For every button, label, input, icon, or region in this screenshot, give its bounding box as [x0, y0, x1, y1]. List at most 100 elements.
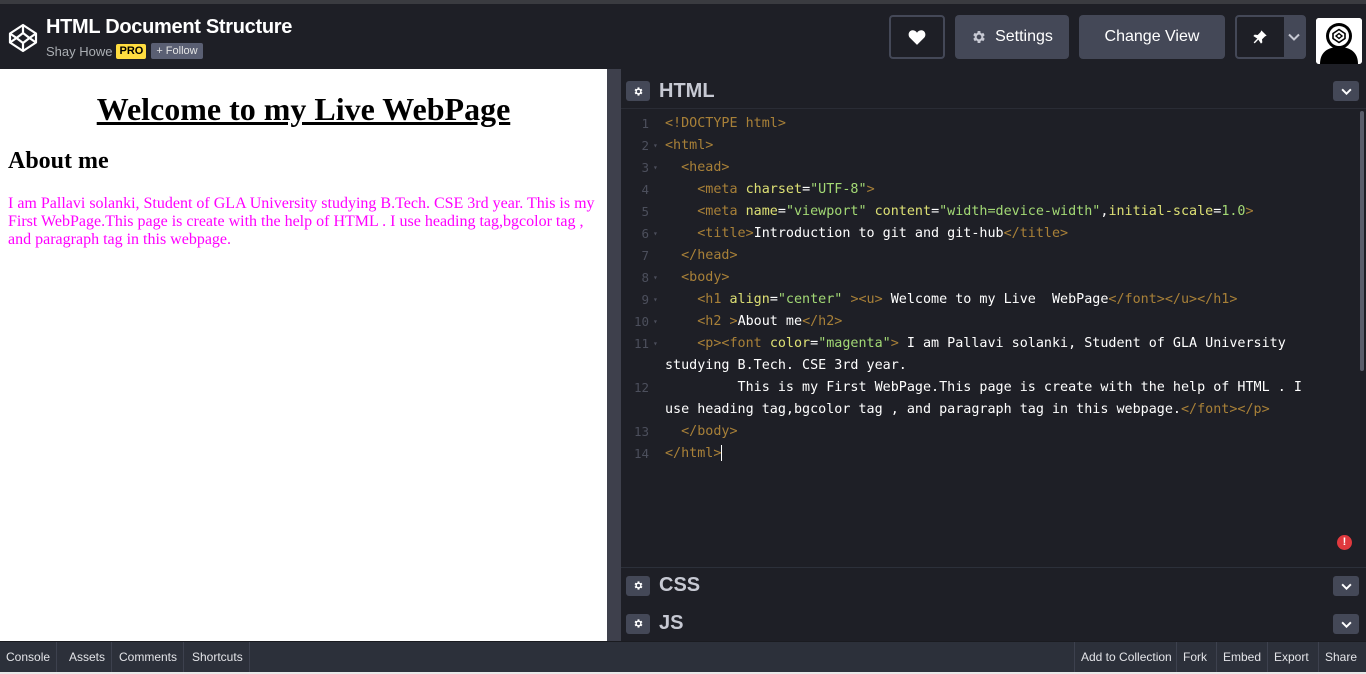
code-token: </body> — [681, 424, 738, 439]
code-line[interactable]: 8 ▾ <body> — [621, 267, 1351, 289]
pin-toggle[interactable] — [1237, 17, 1284, 57]
html-settings-button[interactable] — [626, 81, 650, 101]
code-line[interactable]: 4 <meta charset="UTF-8"> — [621, 179, 1351, 201]
result-preview[interactable]: Welcome to my Live WebPage About me I am… — [0, 69, 607, 641]
line-number: 10 — [633, 314, 649, 329]
fold-arrow-icon[interactable]: ▾ — [653, 223, 658, 245]
love-button[interactable] — [889, 15, 945, 59]
codepen-avatar-icon — [1316, 18, 1362, 64]
pane-resizer[interactable] — [607, 69, 621, 641]
code-line[interactable]: 14 </html> — [621, 443, 1351, 465]
preview-subheading: About me — [8, 148, 109, 174]
code-line[interactable]: 11 ▾ <p><font color="magenta"> I am Palla… — [621, 333, 1351, 355]
fold-arrow-icon[interactable]: ▾ — [653, 157, 658, 179]
js-panel-menu[interactable] — [1333, 614, 1359, 634]
code-token: = — [777, 204, 786, 219]
code-token: <head> — [681, 160, 730, 175]
code-line[interactable]: 7 </head> — [621, 245, 1351, 267]
add-to-collection-button[interactable]: Add to Collection — [1074, 642, 1178, 672]
pen-title[interactable]: HTML Document Structure — [46, 16, 292, 39]
code-text: <body> — [665, 267, 729, 289]
code-token: "center" — [777, 292, 843, 307]
code-token: "magenta" — [818, 336, 891, 351]
codepen-logo-icon[interactable] — [7, 22, 39, 54]
console-button[interactable]: Console — [0, 642, 58, 672]
code-token: = — [769, 292, 778, 307]
css-settings-button[interactable] — [626, 575, 650, 596]
fold-arrow-icon[interactable]: ▾ — [653, 289, 658, 311]
html-code-editor[interactable]: 1 <!DOCTYPE html> 2 ▾ <html> 3 ▾ <head> 4 <meta… — [621, 108, 1366, 563]
header-bar: HTML Document Structure Shay Howe PRO + … — [0, 0, 1366, 69]
line-number: 11 — [633, 336, 649, 351]
code-token: </font></p> — [1180, 402, 1270, 417]
code-line[interactable]: 9 ▾ <h1 align="center" ><u> Welcome to my… — [621, 289, 1351, 311]
follow-button[interactable]: + Follow — [151, 43, 203, 59]
code-token: ><u> — [850, 292, 883, 307]
code-line[interactable]: 6 ▾ <title>Introduction to git and git-hu… — [621, 223, 1351, 245]
share-button[interactable]: Share — [1318, 642, 1364, 672]
js-settings-button[interactable] — [626, 613, 650, 634]
code-token: = — [931, 204, 940, 219]
css-panel-menu[interactable] — [1333, 576, 1359, 596]
pin-button[interactable] — [1235, 15, 1306, 59]
code-token: <h2 > — [697, 314, 738, 329]
gear-icon — [634, 86, 642, 96]
change-view-button[interactable]: Change View — [1079, 15, 1225, 59]
code-token: "UTF-8" — [810, 182, 867, 197]
comments-button[interactable]: Comments — [113, 642, 185, 672]
code-line[interactable]: use heading tag,bgcolor tag , and paragr… — [621, 399, 1351, 421]
editor-scrollbar[interactable] — [1360, 111, 1364, 371]
line-number: 13 — [633, 424, 649, 439]
code-token: <meta — [697, 182, 746, 197]
footer-bar: Console Assets Comments Shortcuts Add to… — [0, 641, 1366, 674]
code-line[interactable]: 1 <!DOCTYPE html> — [621, 113, 1351, 135]
pin-icon — [1253, 30, 1267, 44]
code-token: This is my First WebPage.This page is cr… — [665, 380, 1302, 395]
html-panel-menu[interactable] — [1333, 81, 1359, 101]
code-line[interactable]: 13 </body> — [621, 421, 1351, 443]
code-line[interactable]: 2 ▾ <html> — [621, 135, 1351, 157]
code-token: 1.0 — [1221, 204, 1246, 219]
css-panel-header[interactable]: CSS — [621, 567, 1366, 603]
fold-arrow-icon[interactable]: ▾ — [653, 135, 658, 157]
pin-dropdown[interactable] — [1283, 17, 1304, 57]
error-indicator[interactable]: ! — [1337, 535, 1352, 550]
code-line[interactable]: studying B.Tech. CSE 3rd year. — [621, 355, 1351, 377]
code-text: </html> — [665, 443, 723, 465]
code-text: </body> — [665, 421, 738, 443]
code-line[interactable]: 12 This is my First WebPage.This page is… — [621, 377, 1351, 399]
assets-button[interactable]: Assets — [63, 642, 113, 672]
line-number: 14 — [633, 446, 649, 461]
gear-icon — [634, 581, 642, 590]
heart-icon — [908, 30, 926, 45]
code-token: align — [729, 292, 770, 307]
code-text: <title>Introduction to git and git-hub</… — [665, 223, 1068, 245]
code-line[interactable]: 5 <meta name="viewport" content="width=d… — [621, 201, 1351, 223]
fold-arrow-icon[interactable]: ▾ — [653, 267, 658, 289]
export-button[interactable]: Export — [1267, 642, 1315, 672]
fold-arrow-icon[interactable]: ▾ — [653, 311, 658, 333]
code-token: = — [802, 182, 811, 197]
js-panel-header[interactable]: JS — [621, 606, 1366, 641]
embed-button[interactable]: Embed — [1216, 642, 1268, 672]
settings-button[interactable]: Settings — [955, 15, 1069, 59]
shortcuts-button[interactable]: Shortcuts — [186, 642, 250, 672]
chevron-down-icon — [1288, 33, 1300, 41]
code-token: "viewport" — [785, 204, 867, 219]
author-name[interactable]: Shay Howe — [46, 44, 112, 59]
code-line[interactable]: 10 ▾ <h2 >About me</h2> — [621, 311, 1351, 333]
line-number: 7 — [641, 248, 649, 263]
code-token: initial-scale — [1108, 204, 1214, 219]
code-token: About me — [737, 314, 803, 329]
chevron-down-icon — [1340, 621, 1352, 628]
user-avatar[interactable] — [1316, 18, 1362, 64]
code-line[interactable]: 3 ▾ <head> — [621, 157, 1351, 179]
fork-button[interactable]: Fork — [1176, 642, 1213, 672]
line-number: 3 — [641, 160, 649, 175]
code-token: </title> — [1003, 226, 1069, 241]
fold-arrow-icon[interactable]: ▾ — [653, 333, 658, 355]
code-token: </h2> — [802, 314, 843, 329]
line-number: 5 — [641, 204, 649, 219]
